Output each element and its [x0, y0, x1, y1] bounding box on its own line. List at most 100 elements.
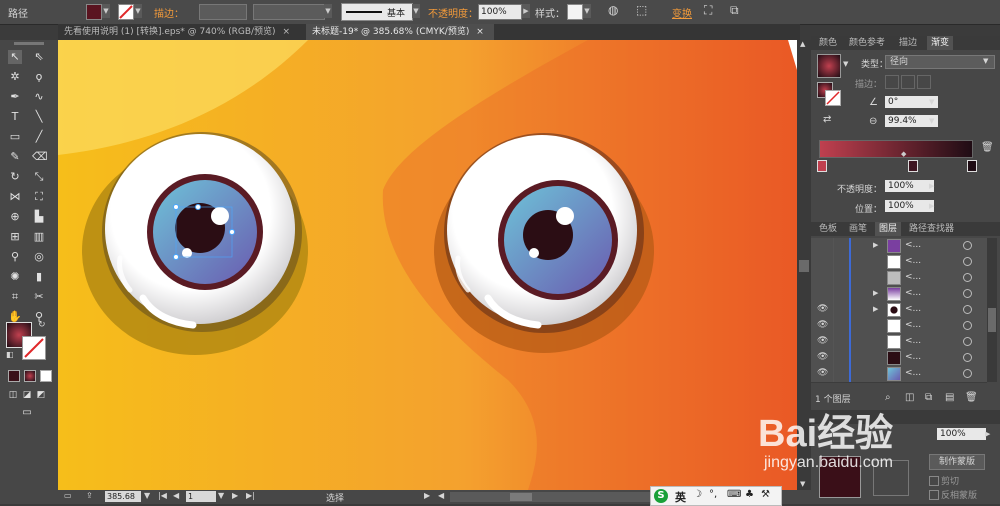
artboard-nav-icon[interactable]: ▭ — [64, 491, 72, 500]
variable-width-field[interactable] — [253, 4, 325, 20]
delete-layer-icon[interactable]: 🗑 — [965, 392, 978, 403]
tab-gradient[interactable]: 渐变 — [927, 36, 954, 50]
rectangle-tool-icon[interactable]: ▭ — [8, 130, 22, 144]
lock-toggle[interactable] — [833, 318, 834, 334]
page-field[interactable]: 1 — [186, 491, 216, 502]
transparency-opacity-dropdown-icon[interactable]: ▶ — [985, 430, 990, 438]
object-thumbnail[interactable] — [819, 456, 861, 498]
chart-tool-icon[interactable]: ▙ — [32, 210, 46, 224]
expand-triangle-icon[interactable]: ▶ — [873, 289, 878, 297]
free-transform-tool-icon[interactable]: ⛶ — [32, 190, 46, 204]
prev-page-icon[interactable]: ◀ — [173, 491, 179, 500]
gradient-type-select[interactable]: 径向 — [885, 55, 995, 69]
swap-fill-stroke-icon[interactable]: ↻ — [38, 320, 46, 330]
visibility-eye-icon[interactable]: 👁 — [817, 304, 828, 314]
expand-triangle-icon[interactable]: ▶ — [873, 305, 878, 313]
toolbox-grip[interactable] — [14, 42, 44, 45]
angle-dropdown-icon[interactable]: ▼ — [929, 98, 934, 106]
layer-name[interactable]: <... — [905, 368, 921, 378]
rotate-tool-icon[interactable]: ↻ — [8, 170, 22, 184]
direct-selection-tool-icon[interactable]: ⇖ — [32, 50, 46, 64]
first-page-icon[interactable]: |◀ — [158, 491, 167, 500]
variable-width-dropdown-icon[interactable]: ▼ — [324, 4, 332, 18]
lock-toggle[interactable] — [833, 334, 834, 350]
visibility-eye-icon[interactable]: 👁 — [817, 336, 828, 346]
aspect-dropdown-icon[interactable]: ▼ — [929, 117, 934, 125]
gradient-stroke-swatch[interactable] — [825, 90, 841, 106]
none-mode-icon[interactable] — [40, 370, 52, 382]
blend-tool-icon[interactable]: ◎ — [32, 250, 46, 264]
stroke-swatch[interactable] — [118, 4, 134, 20]
sogou-icon[interactable]: S — [654, 489, 668, 503]
gradient-preset-dropdown-icon[interactable]: ▼ — [843, 60, 848, 68]
punctuation-icon[interactable]: °, — [709, 489, 717, 500]
lock-toggle[interactable] — [833, 366, 834, 382]
stop-opacity-field[interactable]: 100% — [885, 180, 934, 192]
type-tool-icon[interactable]: T — [8, 110, 22, 124]
slice-tool-icon[interactable]: ✂ — [32, 290, 46, 304]
tab-brushes[interactable]: 画笔 — [845, 222, 871, 236]
layer-row[interactable]: <... — [811, 270, 987, 287]
invert-mask-checkbox[interactable] — [929, 490, 939, 500]
make-mask-button[interactable]: 制作蒙版 — [929, 454, 985, 470]
gradient-mode-icon[interactable] — [24, 370, 36, 382]
layer-name[interactable]: <... — [905, 320, 921, 330]
align-icon[interactable]: ⬚ — [636, 3, 647, 17]
layer-row[interactable]: ▶ <... — [811, 286, 987, 303]
gradient-slider[interactable] — [819, 140, 973, 158]
layer-row[interactable]: 👁 <... — [811, 318, 987, 335]
target-circle-icon[interactable] — [963, 337, 972, 346]
opacity-field[interactable]: 100% — [478, 4, 522, 20]
target-circle-icon[interactable] — [963, 369, 972, 378]
vertical-scrollbar[interactable]: ▲ ▼ — [797, 40, 811, 490]
gradient-stop-mid[interactable] — [908, 160, 918, 172]
lock-toggle[interactable] — [833, 286, 834, 302]
layer-name[interactable]: <... — [905, 272, 921, 282]
hscroll-thumb[interactable] — [510, 493, 532, 501]
artwork[interactable] — [58, 40, 797, 490]
pen-tool-icon[interactable]: ✒ — [8, 90, 22, 104]
screen-mode-icon[interactable]: ▭ — [20, 406, 34, 420]
scroll-down-icon[interactable]: ▼ — [800, 480, 805, 488]
target-circle-icon[interactable] — [963, 273, 972, 282]
moon-icon[interactable]: ☽ — [693, 489, 702, 500]
symbol-sprayer-tool-icon[interactable]: ✺ — [8, 270, 22, 284]
page-dropdown-icon[interactable]: ▼ — [218, 491, 224, 500]
clip-checkbox[interactable] — [929, 476, 939, 486]
layer-name[interactable]: <... — [905, 336, 921, 346]
tab-document-1[interactable]: 先看使用说明 (1) [转换].eps* @ 740% (RGB/预览) × — [58, 24, 296, 40]
stroke-across-icon[interactable] — [917, 75, 931, 89]
width-tool-icon[interactable]: ⋈ — [8, 190, 22, 204]
stroke-weight-label[interactable]: 描边： — [154, 5, 184, 20]
shape-builder-tool-icon[interactable]: ⊕ — [8, 210, 22, 224]
tab-color-guide[interactable]: 颜色参考 — [845, 36, 889, 50]
selection-handle[interactable] — [173, 204, 179, 210]
stop-location-field[interactable]: 100% — [885, 200, 934, 212]
new-sublayer-icon[interactable]: ⧉ — [925, 392, 932, 403]
layer-row[interactable]: ▶ <... — [811, 238, 987, 255]
new-layer-icon[interactable]: ▤ — [945, 392, 954, 403]
target-circle-icon[interactable] — [963, 305, 972, 314]
layer-row[interactable]: 👁 ▶ <... — [811, 302, 987, 319]
color-mode-icon[interactable] — [8, 370, 20, 382]
visibility-eye-icon[interactable]: 👁 — [817, 320, 828, 330]
magic-wand-tool-icon[interactable]: ✲ — [8, 70, 22, 84]
graphic-style-dropdown-icon[interactable]: ▼ — [583, 4, 591, 18]
zoom-field[interactable]: 385.68 — [105, 491, 141, 502]
scroll-up-icon[interactable]: ▲ — [800, 40, 805, 48]
stroke-weight-field[interactable] — [199, 4, 247, 20]
selection-handle[interactable] — [173, 254, 179, 260]
gradient-type-dropdown-icon[interactable]: ▼ — [983, 57, 988, 65]
brush-style-dropdown-icon[interactable]: ▼ — [412, 4, 420, 18]
target-circle-icon[interactable] — [963, 241, 972, 250]
gradient-stop-start[interactable] — [817, 160, 827, 172]
pencil-tool-icon[interactable]: ✎ — [8, 150, 22, 164]
fill-swatch[interactable] — [86, 4, 102, 20]
share-icon[interactable]: ⇪ — [86, 491, 93, 500]
target-circle-icon[interactable] — [963, 289, 972, 298]
stroke-color-box[interactable] — [22, 336, 46, 360]
artboard-tool-icon[interactable]: ⌗ — [8, 290, 22, 304]
tab-pathfinder[interactable]: 路径查找器 — [905, 222, 958, 236]
midpoint-diamond-icon[interactable]: ◆ — [901, 150, 906, 158]
stop-location-dropdown-icon[interactable]: ▶ — [929, 202, 934, 210]
